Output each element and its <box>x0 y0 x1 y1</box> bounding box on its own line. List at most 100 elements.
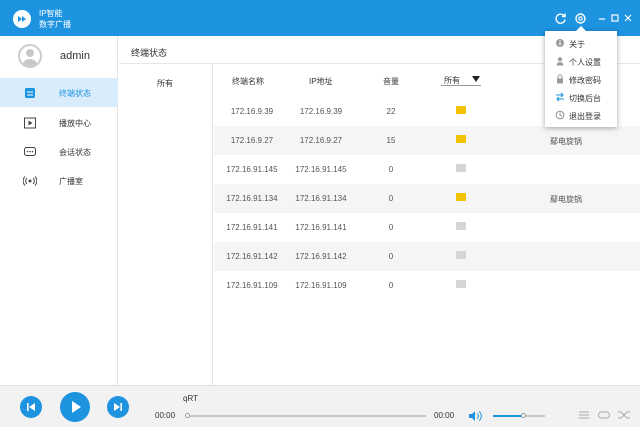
table-row[interactable]: 172.16.91.145 172.16.91.145 0 <box>214 155 640 184</box>
app-subtitle: 数字广播 <box>39 20 71 29</box>
title-bar: IP智能 数字广播 <box>0 0 640 36</box>
player-bar: qRT 00:00 00:00 <box>0 385 640 427</box>
app-name: IP智能 <box>39 9 63 18</box>
cell-task: 鄢电旋锅 <box>550 195 582 204</box>
cell-volume: 0 <box>388 194 394 203</box>
cell-volume: 0 <box>388 281 394 290</box>
table-row[interactable]: 172.16.91.141 172.16.91.141 0 <box>214 213 640 242</box>
speaker-status-icon <box>456 193 466 201</box>
cell-ip: 172.16.91.142 <box>295 252 347 261</box>
cell-volume: 22 <box>386 107 396 116</box>
table-row[interactable]: 172.16.91.109 172.16.91.109 0 <box>214 271 640 300</box>
lock-icon <box>555 74 565 84</box>
previous-button[interactable] <box>20 396 42 418</box>
sidebar-item-terminal-status[interactable]: 终端状态 <box>0 78 118 107</box>
menu-item-personal-settings[interactable]: 个人设置 <box>545 52 617 70</box>
cell-name: 172.16.9.27 <box>230 136 274 145</box>
play-center-icon <box>23 116 37 130</box>
chevron-down-icon <box>472 76 480 82</box>
refresh-icon[interactable] <box>552 10 568 26</box>
cell-ip: 172.16.9.27 <box>299 136 343 145</box>
cell-name: 172.16.91.145 <box>226 165 278 174</box>
cell-volume: 15 <box>386 136 396 145</box>
group-panel: 所有 <box>119 64 213 385</box>
menu-item-label: 修改密码 <box>569 76 601 85</box>
cell-name: 172.16.91.141 <box>226 223 278 232</box>
cell-task: 鄢电旋锅 <box>550 137 582 146</box>
group-item-all[interactable]: 所有 <box>157 78 173 89</box>
menu-item-switch-backend[interactable]: 切换后台 <box>545 88 617 106</box>
volume-level <box>493 415 525 417</box>
switch-icon <box>555 92 565 102</box>
username: admin <box>60 50 90 62</box>
menu-item-label: 个人设置 <box>569 58 601 67</box>
speaker-status-icon <box>456 222 466 230</box>
volume-handle[interactable] <box>521 413 527 418</box>
next-button[interactable] <box>107 396 129 418</box>
volume-slider[interactable] <box>493 413 545 418</box>
close-icon[interactable] <box>620 10 636 26</box>
status-filter-dropdown[interactable]: 所有 <box>441 71 481 86</box>
speaker-status-icon <box>456 164 466 172</box>
broadcast-icon <box>22 174 38 188</box>
info-icon <box>555 38 565 48</box>
cell-ip: 172.16.91.134 <box>295 194 347 203</box>
user-profile[interactable]: admin <box>0 36 118 76</box>
cell-ip: 172.16.91.109 <box>295 281 347 290</box>
menu-item-change-password[interactable]: 修改密码 <box>545 70 617 88</box>
sidebar-item-label: 播放中心 <box>59 119 91 128</box>
menu-item-label: 切换后台 <box>569 94 601 103</box>
column-header-volume: 音量 <box>383 77 399 86</box>
repeat-icon[interactable] <box>597 410 611 422</box>
column-header-name: 终端名称 <box>232 77 264 86</box>
sidebar-item-label: 广播室 <box>59 177 83 186</box>
play-icon <box>72 401 81 413</box>
current-time: 00:00 <box>155 411 176 420</box>
progress-handle[interactable] <box>185 413 190 418</box>
table-row[interactable]: 172.16.9.27 172.16.9.27 15 鄢电旋锅 <box>214 126 640 155</box>
column-header-ip: IP地址 <box>309 77 333 86</box>
chat-icon <box>23 145 37 159</box>
sidebar-item-broadcast-room[interactable]: 广播室 <box>0 166 118 195</box>
page-title: 终端状态 <box>131 48 168 58</box>
skip-back-icon <box>27 403 35 411</box>
user-icon <box>555 56 565 66</box>
settings-menu: 关于 个人设置 修改密码 切换后台 退出登录 <box>545 26 617 127</box>
cell-volume: 0 <box>388 223 394 232</box>
menu-item-logout[interactable]: 退出登录 <box>545 106 617 124</box>
sidebar: admin 终端状态 播放中心 会话状态 广播室 <box>0 36 118 385</box>
cell-name: 172.16.91.134 <box>226 194 278 203</box>
cell-volume: 0 <box>388 165 394 174</box>
cell-name: 172.16.91.109 <box>226 281 278 290</box>
sidebar-item-play-center[interactable]: 播放中心 <box>0 108 118 137</box>
table-row[interactable]: 172.16.91.142 172.16.91.142 0 <box>214 242 640 271</box>
app-logo-icon <box>13 10 31 28</box>
cell-ip: 172.16.9.39 <box>299 107 343 116</box>
menu-item-about[interactable]: 关于 <box>545 34 617 52</box>
avatar <box>18 44 42 68</box>
speaker-status-icon <box>456 280 466 288</box>
speaker-status-icon <box>456 106 466 114</box>
volume-icon[interactable] <box>468 410 482 424</box>
sidebar-item-chat-status[interactable]: 会话状态 <box>0 137 118 166</box>
shuffle-icon[interactable] <box>617 410 631 422</box>
playlist-icon[interactable] <box>578 410 590 422</box>
skip-forward-icon <box>114 403 122 411</box>
play-button[interactable] <box>60 392 90 422</box>
speaker-status-icon <box>456 135 466 143</box>
status-filter-value: 所有 <box>444 76 460 85</box>
track-name: qRT <box>183 394 198 403</box>
speaker-status-icon <box>456 251 466 259</box>
table-row[interactable]: 172.16.91.134 172.16.91.134 0 鄢电旋锅 <box>214 184 640 213</box>
cell-name: 172.16.9.39 <box>230 107 274 116</box>
menu-item-label: 关于 <box>569 40 585 49</box>
terminal-icon <box>23 86 37 100</box>
sidebar-item-label: 终端状态 <box>59 89 91 98</box>
logout-icon <box>555 110 565 120</box>
sidebar-item-label: 会话状态 <box>59 148 91 157</box>
gear-icon[interactable] <box>572 10 588 26</box>
cell-volume: 0 <box>388 252 394 261</box>
cell-ip: 172.16.91.145 <box>295 165 347 174</box>
menu-item-label: 退出登录 <box>569 112 601 121</box>
progress-slider[interactable] <box>185 413 426 418</box>
